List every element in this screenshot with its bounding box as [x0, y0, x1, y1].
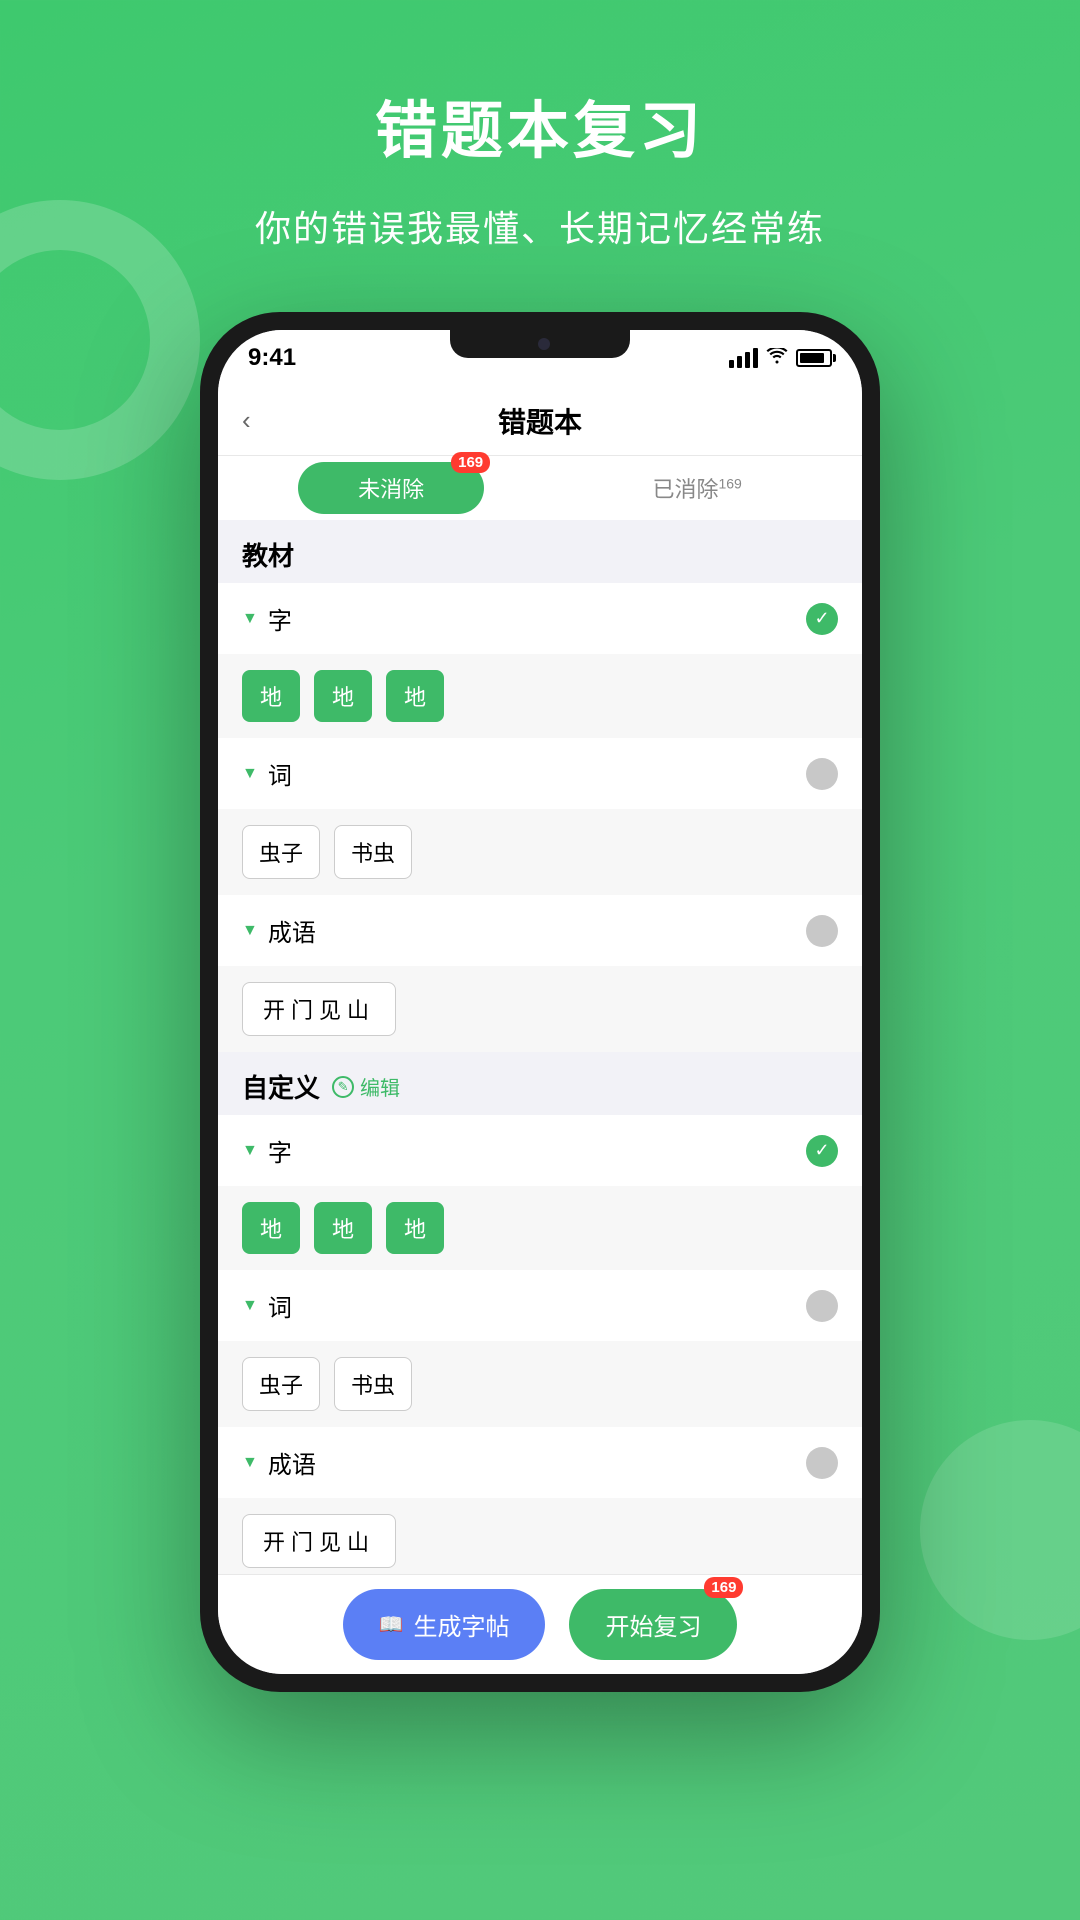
chengyu1-check[interactable]: [806, 915, 838, 947]
list-item[interactable]: 书虫: [334, 825, 412, 879]
active-tab-badge: 169: [451, 452, 490, 473]
phone-screen: 9:41 ‹ 错题本 未消除 169: [218, 330, 862, 1674]
textbook-title: 教材: [242, 541, 294, 571]
inactive-tab-badge: 169: [718, 476, 741, 492]
zi2-chevron: ▼: [242, 1142, 258, 1160]
chengyu1-chevron: ▼: [242, 922, 258, 940]
wifi-icon: [766, 348, 788, 369]
status-time: 9:41: [248, 344, 296, 372]
list-item[interactable]: 开门见山: [242, 982, 396, 1036]
list-item[interactable]: 虫子: [242, 825, 320, 879]
ci2-row[interactable]: ▼ 词: [218, 1270, 862, 1341]
ci1-row[interactable]: ▼ 词: [218, 738, 862, 809]
battery-icon: [796, 349, 832, 367]
chengyu2-chevron: ▼: [242, 1454, 258, 1472]
ci2-items: 虫子 书虫: [218, 1341, 862, 1427]
ci1-chevron: ▼: [242, 765, 258, 783]
chengyu1-items: 开门见山: [218, 966, 862, 1052]
page-title: 错题本复习: [375, 80, 705, 170]
phone-frame: 9:41 ‹ 错题本 未消除 169: [200, 312, 880, 1692]
chengyu2-check[interactable]: [806, 1447, 838, 1479]
list-item[interactable]: 书虫: [334, 1357, 412, 1411]
zi1-chevron: ▼: [242, 610, 258, 628]
chengyu2-row[interactable]: ▼ 成语: [218, 1427, 862, 1498]
custom-section-header: 自定义 ✎ 编辑: [218, 1052, 862, 1115]
tab-bar: 未消除 169 已消除169: [218, 456, 862, 520]
app-header: ‹ 错题本: [218, 386, 862, 456]
list-item[interactable]: 地: [242, 1202, 300, 1254]
ci1-items: 虫子 书虫: [218, 809, 862, 895]
custom-title: 自定义: [242, 1068, 320, 1105]
back-button[interactable]: ‹: [242, 405, 251, 436]
phone-camera: [538, 338, 550, 350]
status-icons: [729, 348, 832, 369]
zi1-label: ▼ 字: [242, 601, 292, 636]
zi2-items: 地 地 地: [218, 1186, 862, 1270]
bottom-bar: 📖 生成字帖 开始复习 169: [218, 1574, 862, 1674]
list-item[interactable]: 地: [386, 670, 444, 722]
chengyu2-items: 开门见山: [218, 1498, 862, 1574]
tab-active[interactable]: 未消除 169: [298, 462, 484, 514]
ci1-check[interactable]: [806, 758, 838, 790]
list-item[interactable]: 地: [386, 1202, 444, 1254]
chengyu2-label: ▼ 成语: [242, 1445, 316, 1480]
tab-inactive[interactable]: 已消除169: [612, 462, 781, 514]
zi1-row[interactable]: ▼ 字 ✓: [218, 583, 862, 654]
start-badge: 169: [704, 1577, 743, 1598]
book-icon: 📖: [379, 1612, 404, 1637]
bg-circle-right: [920, 1420, 1080, 1640]
zi1-check[interactable]: ✓: [806, 603, 838, 635]
list-item[interactable]: 地: [242, 670, 300, 722]
edit-button[interactable]: ✎ 编辑: [332, 1072, 400, 1101]
zi2-check[interactable]: ✓: [806, 1135, 838, 1167]
page-subtitle: 你的错误我最懂、长期记忆经常练: [255, 200, 825, 252]
list-item[interactable]: 虫子: [242, 1357, 320, 1411]
signal-icon: [729, 348, 758, 368]
bg-circle-left: [0, 200, 200, 480]
content-area: 教材 ▼ 字 ✓ 地 地 地 ▼ 词: [218, 520, 862, 1574]
generate-button[interactable]: 📖 生成字帖: [343, 1589, 546, 1660]
zi2-row[interactable]: ▼ 字 ✓: [218, 1115, 862, 1186]
textbook-section-header: 教材: [218, 520, 862, 583]
list-item[interactable]: 地: [314, 670, 372, 722]
screen-title: 错题本: [498, 401, 582, 441]
zi2-label: ▼ 字: [242, 1133, 292, 1168]
chengyu1-row[interactable]: ▼ 成语: [218, 895, 862, 966]
edit-icon: ✎: [332, 1076, 354, 1098]
ci2-label: ▼ 词: [242, 1288, 292, 1323]
ci2-chevron: ▼: [242, 1297, 258, 1315]
zi1-items: 地 地 地: [218, 654, 862, 738]
ci2-check[interactable]: [806, 1290, 838, 1322]
ci1-label: ▼ 词: [242, 756, 292, 791]
chengyu1-label: ▼ 成语: [242, 913, 316, 948]
list-item[interactable]: 地: [314, 1202, 372, 1254]
start-review-button[interactable]: 开始复习 169: [569, 1589, 737, 1660]
list-item[interactable]: 开门见山: [242, 1514, 396, 1568]
